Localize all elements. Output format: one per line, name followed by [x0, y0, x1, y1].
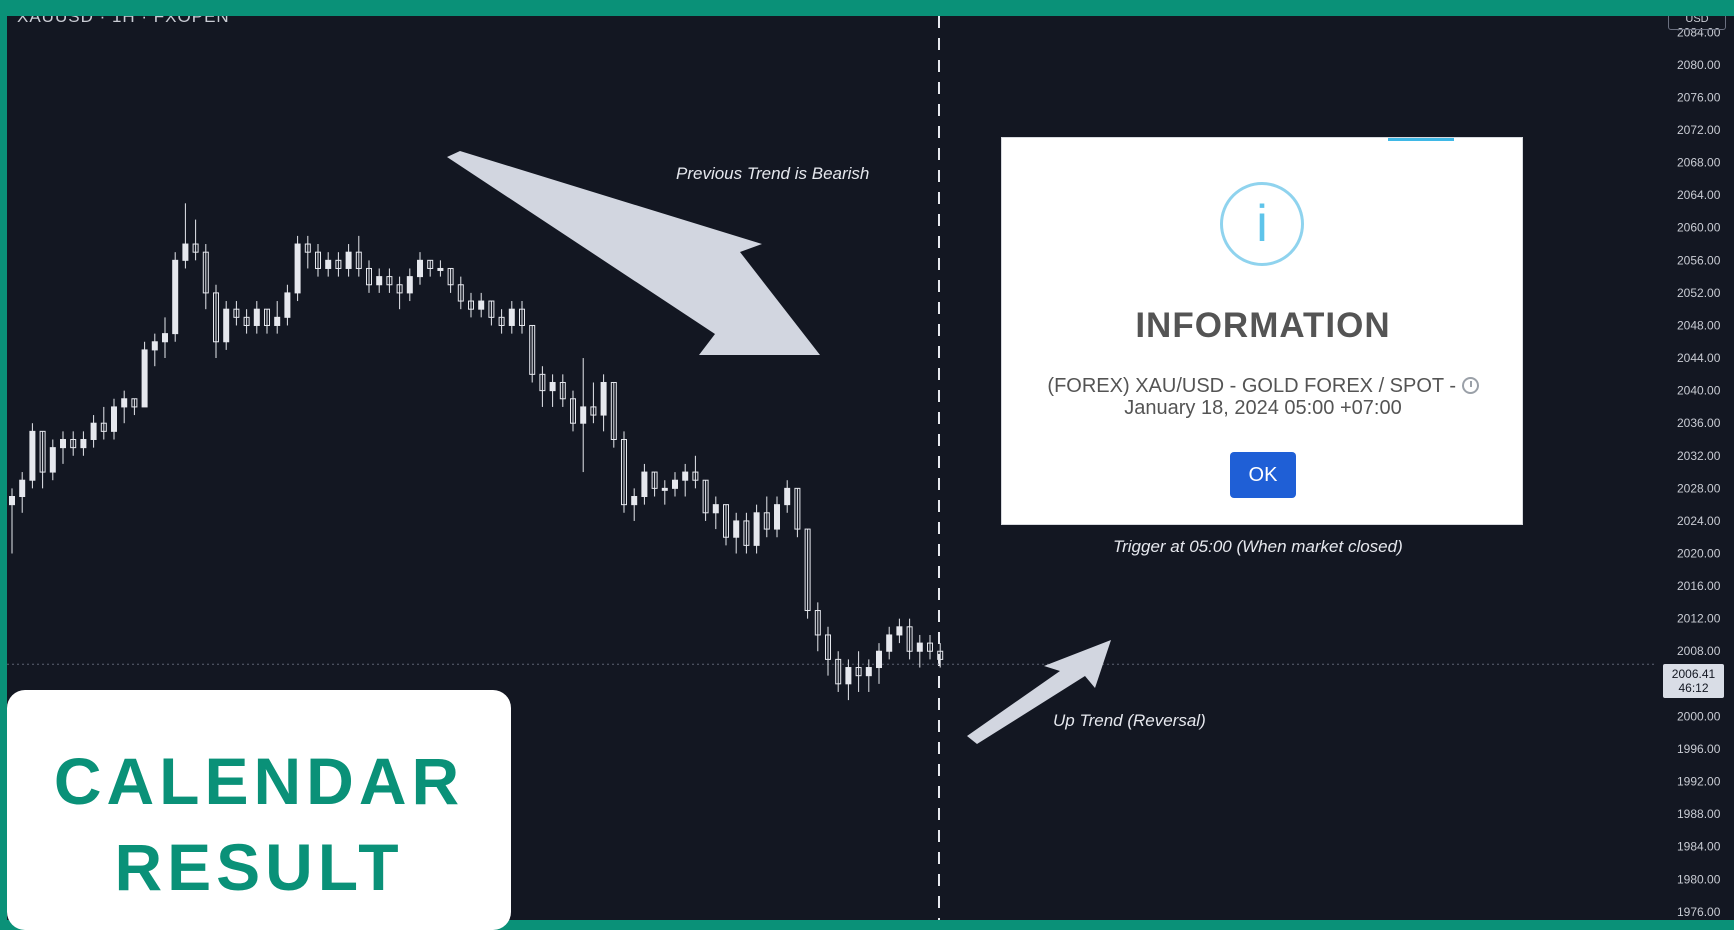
price-tick-label: 2016.00: [1677, 579, 1721, 593]
price-tick-label: 1984.00: [1677, 840, 1721, 854]
candle-body: [549, 381, 556, 392]
candle-body: [672, 479, 678, 489]
annotation-up-trend: Up Trend (Reversal): [1053, 711, 1206, 730]
candle-body: [896, 626, 903, 636]
price-tick-label: 1980.00: [1677, 872, 1721, 886]
candle-body: [162, 333, 168, 343]
candle-body: [172, 259, 179, 335]
price-tick-label: 1988.00: [1677, 807, 1721, 821]
candle-body: [19, 479, 26, 498]
dialog-message-line2: January 18, 2024 05:00 +07:00: [1124, 397, 1402, 419]
calendar-result-card: CALENDAR RESULT: [7, 690, 511, 930]
price-tick-label: 2036.00: [1677, 416, 1721, 430]
candle-body: [151, 341, 158, 351]
symbol-label: XAUUSD · 1H · FXOPEN: [17, 16, 230, 26]
information-dialog: i INFORMATION (FOREX) XAU/USD - GOLD FOR…: [1001, 137, 1523, 525]
price-tick-label: 2040.00: [1677, 384, 1721, 398]
candle-body: [376, 276, 383, 286]
candle-body: [580, 406, 587, 424]
candle-body: [284, 292, 291, 318]
green-frame: 2084.00 2080.00 2076.00 2072.00 2068.00 2064.…: [0, 0, 1734, 930]
price-tick-label: 2028.00: [1677, 481, 1721, 495]
candle-body: [876, 650, 882, 669]
price-tick-label: 2076.00: [1677, 90, 1721, 104]
candle-body: [661, 487, 668, 491]
candle-body: [641, 471, 648, 498]
price-tick-label: 2072.00: [1677, 123, 1721, 137]
dialog-title: INFORMATION: [1135, 306, 1391, 345]
dialog-accent-bar: [1388, 138, 1454, 141]
candle-body: [80, 438, 87, 449]
annotation-previous-trend: Previous Trend is Bearish: [676, 164, 870, 183]
candle-body: [121, 398, 128, 408]
candle-body: [345, 251, 352, 269]
candle-body: [886, 634, 893, 652]
candle-countdown: 46:12: [1678, 681, 1709, 695]
candle-body: [682, 471, 689, 481]
candle-body: [508, 308, 515, 326]
clock-icon: [1461, 377, 1479, 394]
price-tick-label: 1992.00: [1677, 775, 1721, 789]
candle-body: [325, 259, 332, 269]
candle-body: [774, 504, 780, 530]
ok-button[interactable]: OK: [1230, 452, 1296, 498]
price-tick-label: 1976.00: [1677, 905, 1721, 919]
current-price-badge: 2006.41 46:12: [1663, 664, 1724, 698]
candle-body: [253, 308, 260, 326]
current-price: 2006.41: [1671, 667, 1716, 681]
candle-body: [417, 259, 423, 278]
dialog-message: (FOREX) XAU/USD - GOLD FOREX / SPOT - Ja…: [1022, 375, 1504, 419]
annotation-trigger: Trigger at 05:00 (When market closed): [1113, 537, 1403, 556]
calendar-result-title: CALENDAR RESULT: [7, 738, 511, 910]
candle-body: [733, 520, 740, 538]
candle-body: [437, 267, 444, 271]
price-tick-label: 2052.00: [1677, 286, 1721, 300]
price-tick-label: 2008.00: [1677, 644, 1721, 658]
candle-body: [223, 308, 230, 343]
price-tick-label: 2080.00: [1677, 58, 1721, 72]
price-tick-label: 2068.00: [1677, 156, 1721, 170]
price-tick-label: 2044.00: [1677, 351, 1721, 365]
dialog-message-line1: (FOREX) XAU/USD - GOLD FOREX / SPOT -: [1047, 375, 1456, 397]
price-tick-label: 1996.00: [1677, 742, 1721, 756]
candle-body: [9, 496, 15, 506]
candle-body: [49, 447, 56, 473]
price-tick-label: 2056.00: [1677, 253, 1721, 267]
candle-body: [182, 243, 189, 261]
price-tick-label: 2012.00: [1677, 612, 1721, 626]
candle-body: [784, 487, 791, 506]
price-tick-label: 2032.00: [1677, 449, 1721, 463]
candle-body: [600, 381, 607, 416]
candle-body: [111, 406, 117, 432]
candle-body: [141, 349, 148, 408]
info-circle-icon: i: [1220, 182, 1304, 266]
candle-body: [631, 496, 638, 506]
candle-body: [753, 512, 760, 546]
candle-body: [845, 667, 852, 685]
candle-body: [712, 504, 719, 514]
candle-body: [916, 642, 923, 652]
price-tick-label: 2060.00: [1677, 221, 1721, 235]
price-tick-label: 2020.00: [1677, 547, 1721, 561]
currency-selector[interactable]: USD: [1668, 16, 1726, 30]
candle-body: [29, 430, 36, 481]
candle-body: [865, 667, 872, 677]
candle-body: [478, 300, 485, 310]
price-tick-label: 2048.00: [1677, 318, 1721, 332]
calendar-result-line2: RESULT: [114, 830, 404, 904]
price-tick-label: 2064.00: [1677, 188, 1721, 202]
candle-body: [294, 243, 301, 294]
candle-body: [90, 422, 97, 440]
price-tick-label: 2024.00: [1677, 514, 1721, 528]
candle-body: [406, 276, 413, 294]
calendar-result-line1: CALENDAR: [53, 744, 465, 818]
price-tick-label: 2000.00: [1677, 709, 1721, 723]
candle-body: [60, 438, 66, 449]
candle-body: [274, 316, 281, 326]
